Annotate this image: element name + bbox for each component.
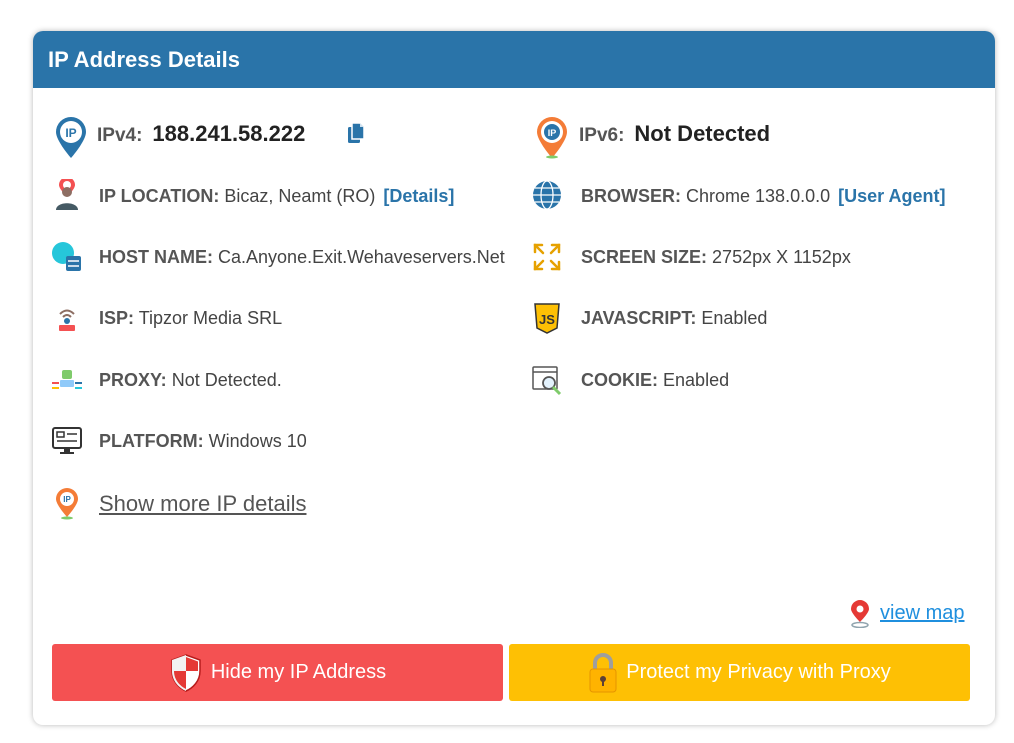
location-person-icon [51,179,83,211]
screen-size-value: 2752px X 1152px [712,247,851,267]
protect-privacy-button[interactable]: Protect my Privacy with Proxy [509,644,970,701]
host-name-label: HOST NAME: [99,247,213,267]
cookie-value: Enabled [663,370,730,390]
ipv4-value[interactable]: 188.241.58.222 [152,121,305,146]
isp-value: Tipzor Media SRL [138,308,283,328]
javascript-row: JAVASCRIPT: Enabled [581,308,767,329]
user-agent-link[interactable]: [User Agent] [838,186,945,206]
browser-row: BROWSER: Chrome 138.0.0.0 [User Agent] [581,186,945,207]
svg-text:JS: JS [539,312,555,327]
svg-text:IP: IP [65,126,76,140]
ipv4-row: IPv4: 188.241.58.222 [97,121,305,147]
isp-label: ISP: [99,308,135,328]
browser-label: BROWSER: [581,186,681,206]
globe-icon [531,179,563,211]
host-name-row: HOST NAME: Ca.Anyone.Exit.Wehaveservers.… [99,247,505,268]
host-name-value: Ca.Anyone.Exit.Wehaveservers.Net [218,247,505,267]
ipv6-row: IPv6: Not Detected [579,121,770,147]
js-shield-icon: JS [531,302,563,334]
cookie-search-icon [531,364,563,396]
ip-details-card: IP Address Details IP IPv4: 188.241.58.22… [33,31,995,725]
view-map-link[interactable]: view map [880,602,964,625]
ipv6-label: IPv6: [579,125,625,146]
svg-text:IP: IP [548,128,557,138]
copy-icon[interactable] [345,121,367,145]
monitor-icon [51,425,83,457]
ip-location-label: IP LOCATION: [99,186,220,206]
proxy-network-icon [51,364,83,396]
screen-size-row: SCREEN SIZE: 2752px X 1152px [581,247,851,268]
proxy-value: Not Detected. [171,370,282,390]
hide-ip-button[interactable]: Hide my IP Address [52,644,503,701]
ip-pin-blue-icon: IP [53,115,89,159]
show-more-ip-details-link[interactable]: Show more IP details [99,491,306,517]
ip-location-value: Bicaz, Neamt (RO) [224,186,376,206]
server-globe-icon [51,241,83,273]
ip-pin-orange-icon: IP [534,115,570,159]
expand-arrows-icon [531,241,563,273]
browser-value: Chrome 138.0.0.0 [686,186,831,206]
card-header: IP Address Details [33,31,995,88]
isp-row: ISP: Tipzor Media SRL [99,308,282,329]
javascript-value: Enabled [701,308,768,328]
cookie-row: COOKIE: Enabled [581,370,729,391]
platform-label: PLATFORM: [99,431,204,451]
cookie-label: COOKIE: [581,370,659,390]
hide-ip-label: Hide my IP Address [210,661,387,683]
svg-text:IP: IP [63,495,71,504]
isp-router-icon [51,303,83,335]
proxy-row: PROXY: Not Detected. [99,370,282,391]
shield-icon [169,653,203,693]
platform-value: Windows 10 [208,431,307,451]
proxy-label: PROXY: [99,370,167,390]
ip-location-row: IP LOCATION: Bicaz, Neamt (RO) [Details] [99,186,454,207]
ipv4-label: IPv4: [97,125,143,146]
protect-privacy-label: Protect my Privacy with Proxy [626,661,891,683]
ipv6-value: Not Detected [634,121,771,146]
screen-size-label: SCREEN SIZE: [581,247,708,267]
platform-row: PLATFORM: Windows 10 [99,431,307,452]
ip-pin-icon: IP [51,488,83,520]
padlock-icon [588,652,618,694]
details-link[interactable]: [Details] [383,186,454,206]
javascript-label: JAVASCRIPT: [581,308,697,328]
map-pin-icon [847,599,873,629]
